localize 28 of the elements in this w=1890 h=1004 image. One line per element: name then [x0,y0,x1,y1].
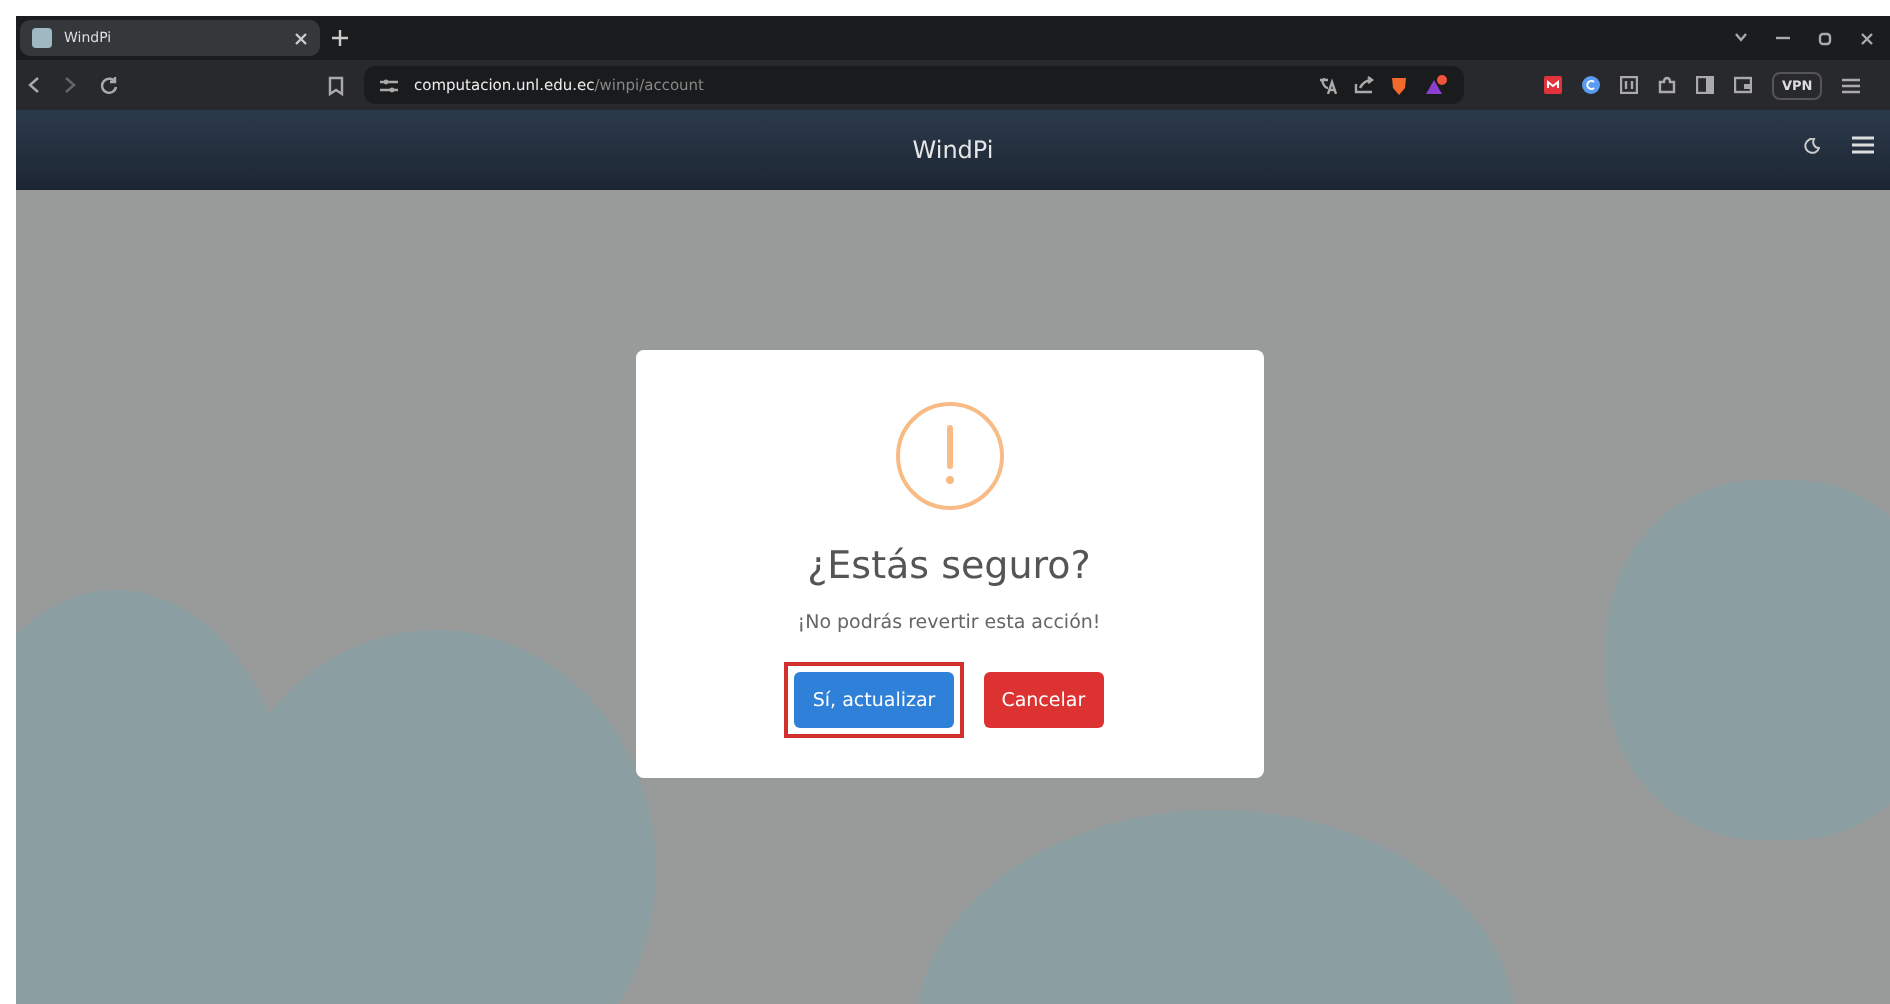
plus-icon[interactable] [332,30,348,46]
dialog-title: ¿Estás seguro? [807,544,1091,588]
site-settings-icon[interactable] [380,77,398,93]
bookmark-icon[interactable] [328,75,344,95]
menu-icon[interactable] [1842,77,1861,93]
back-icon[interactable] [28,76,40,94]
dialog-message: ¡No podrás revertir esta acción! [797,612,1101,634]
sidebar-icon[interactable] [1696,76,1714,94]
shield-icon[interactable] [1390,75,1408,95]
reload-icon[interactable] [100,76,118,94]
share-icon[interactable] [1354,76,1374,94]
favicon-icon [32,28,52,48]
moon-icon[interactable] [1804,137,1820,153]
translate-icon[interactable] [1318,76,1338,94]
wallet-icon[interactable] [1734,76,1752,94]
triangle-badge-icon[interactable] [1424,74,1448,96]
warning-icon [893,400,1005,512]
confirm-button[interactable]: Sí, actualizar [794,672,954,728]
extension-icon[interactable] [1620,76,1638,94]
maximize-icon[interactable] [1818,31,1832,45]
close-icon[interactable] [1860,31,1874,45]
cancel-button[interactable]: Cancelar [983,672,1104,728]
forward-icon[interactable] [64,76,76,94]
chevron-down-icon[interactable] [1734,31,1748,41]
close-icon[interactable] [294,31,308,45]
extension-icon[interactable] [1582,76,1600,94]
minimize-icon[interactable] [1776,31,1790,41]
app-title: WindPi [912,136,994,164]
